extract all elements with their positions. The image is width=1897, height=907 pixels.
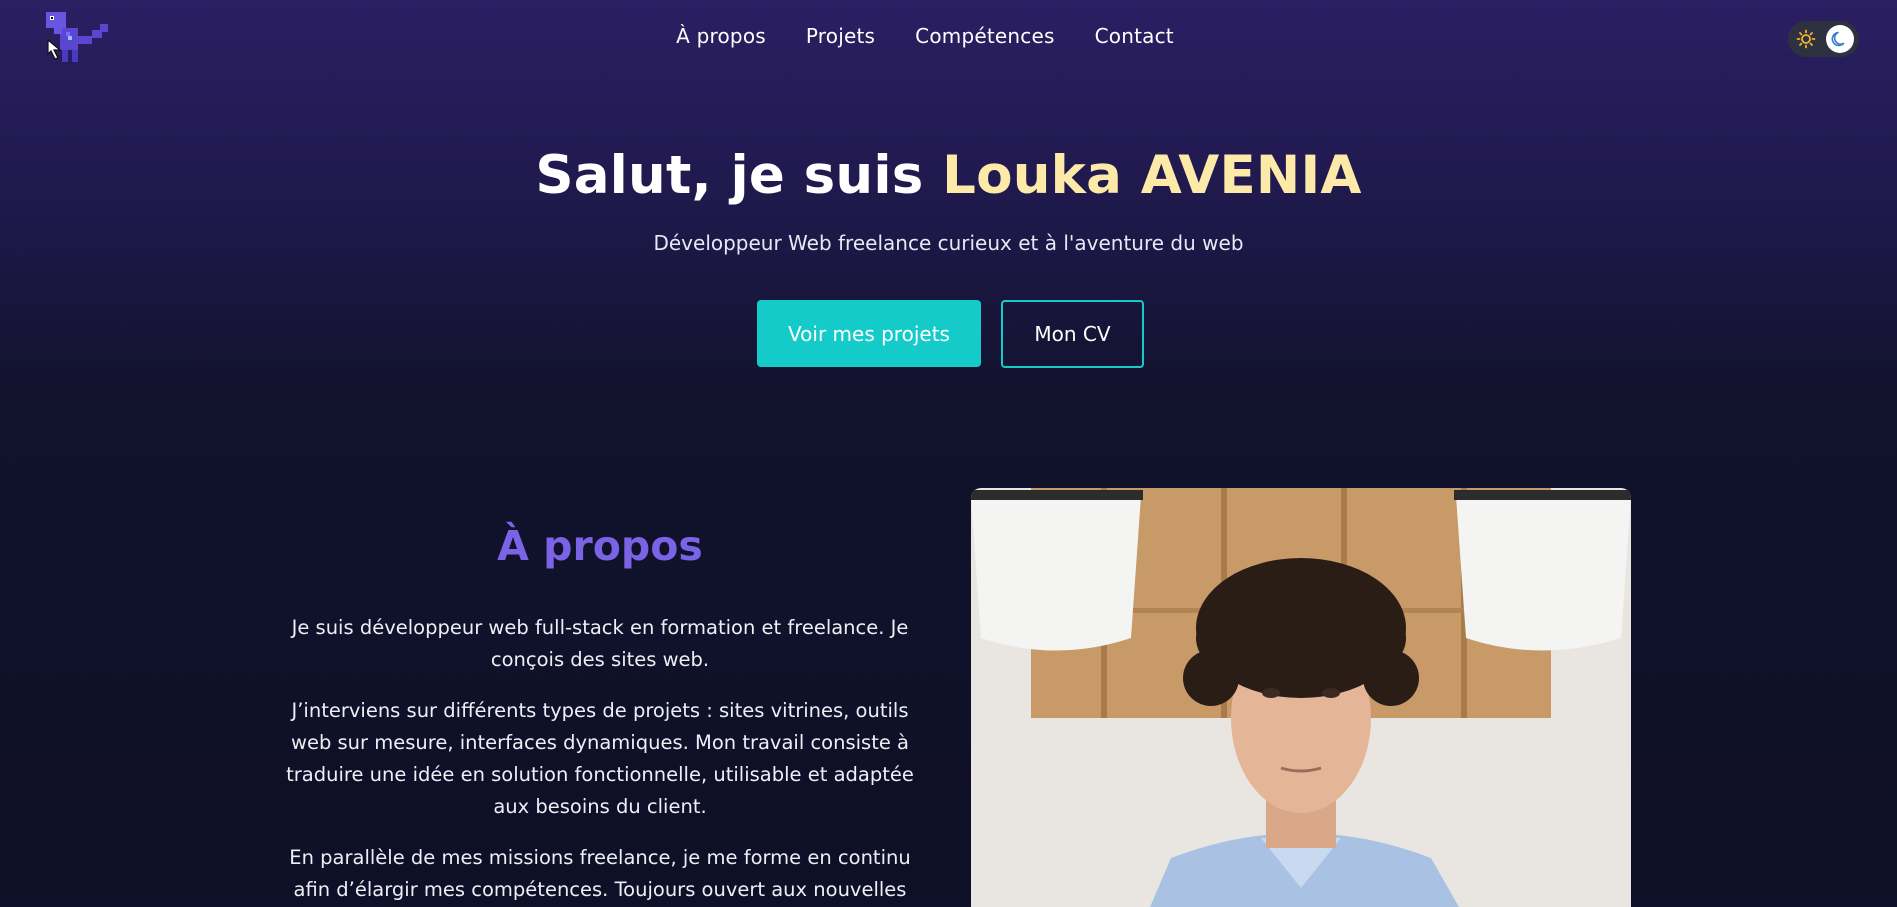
profile-photo (971, 488, 1631, 907)
sun-icon (1796, 29, 1816, 49)
nav-link-projects[interactable]: Projets (806, 24, 875, 48)
cv-button[interactable]: Mon CV (1001, 300, 1144, 368)
nav-link-about[interactable]: À propos (676, 24, 766, 48)
about-paragraph: J’interviens sur différents types de pro… (286, 699, 914, 818)
about-paragraph: Je suis développeur web full-stack en fo… (291, 616, 909, 671)
theme-toggle[interactable] (1788, 21, 1859, 57)
hero-title-prefix: Salut, je suis (535, 145, 943, 206)
navbar: À propos Projets Compétences Contact (0, 0, 1897, 78)
about-title: À propos (497, 522, 703, 570)
hero-subtitle: Développeur Web freelance curieux et à l… (653, 231, 1244, 255)
nav-link-contact[interactable]: Contact (1095, 24, 1174, 48)
hero-title: Salut, je suis Louka AVENIA (0, 145, 1897, 206)
moon-icon (1826, 25, 1854, 53)
view-projects-button[interactable]: Voir mes projets (757, 300, 981, 367)
nav-link-skills[interactable]: Compétences (915, 24, 1054, 48)
about-paragraph: En parallèle de mes missions freelance, … (289, 846, 911, 901)
about-text: Je suis développeur web full-stack en fo… (270, 612, 930, 907)
hero-name: Louka AVENIA (942, 145, 1362, 206)
main-nav: À propos Projets Compétences Contact (0, 24, 1897, 48)
